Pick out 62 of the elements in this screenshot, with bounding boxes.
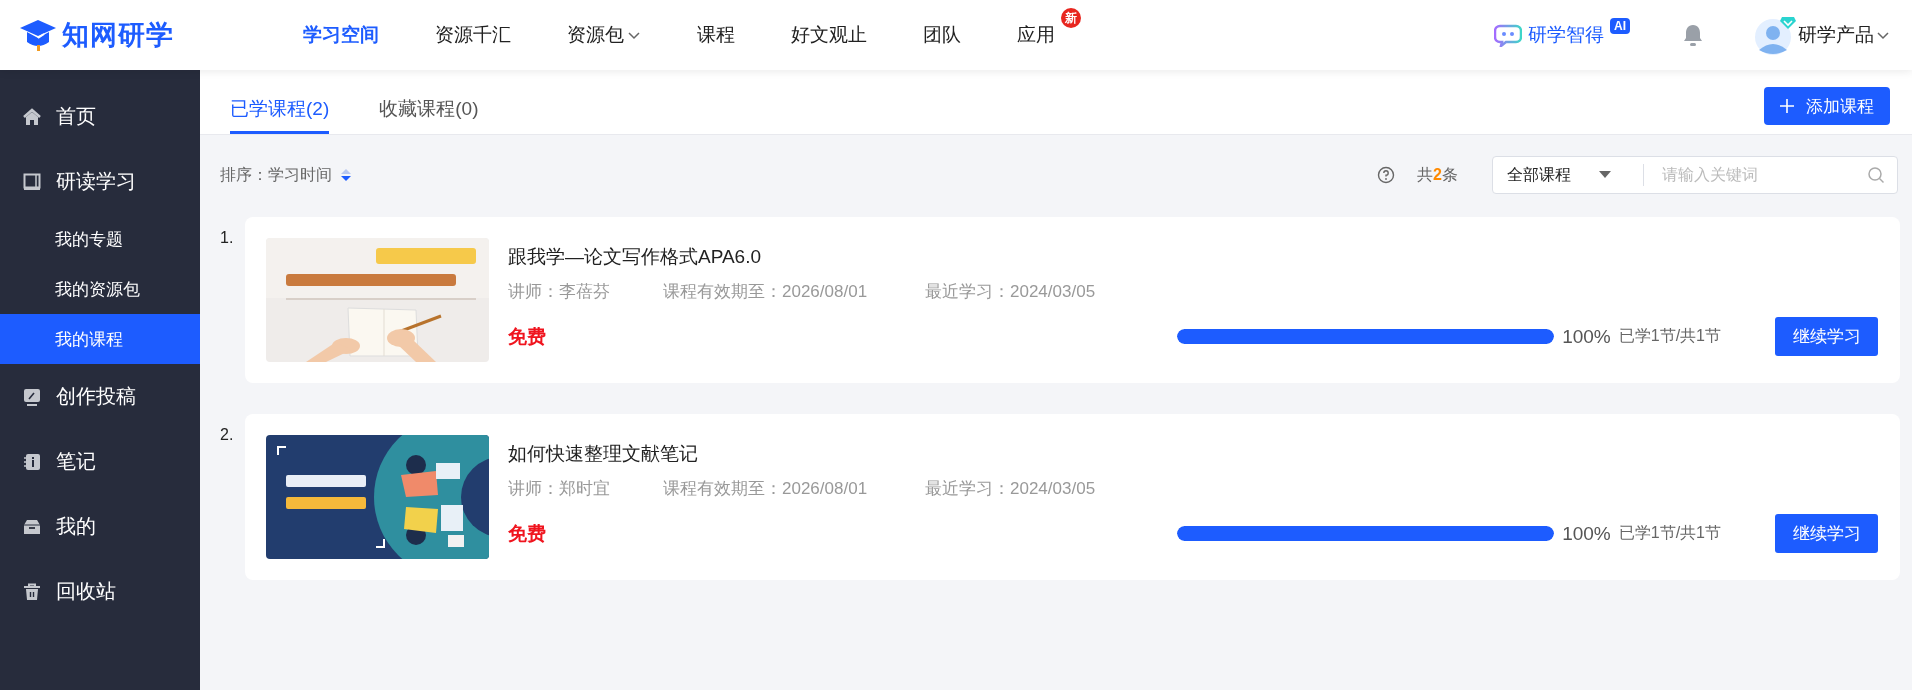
search-icon [1867,166,1885,184]
sidebar-item[interactable]: 创作投稿 [0,364,200,429]
validity-text: 课程有效期至：2026/08/01 [663,281,869,303]
plus-icon [1780,99,1794,113]
instructor-text: 讲师：郑时宜 [508,478,611,500]
nav-link[interactable]: 资源千汇 [435,22,511,48]
progress-percent: 100% [1562,325,1611,348]
last-study-text: 最近学习：2024/03/05 [925,478,1096,500]
new-badge: 新 [1061,8,1081,28]
nav-link[interactable]: 课程 [697,22,735,48]
list-number: 1. [220,228,235,248]
search-field[interactable]: 全部课程 请输入关键词 [1492,156,1898,194]
nav-link[interactable]: 团队 [923,22,961,48]
help-icon [1377,166,1396,184]
nav-link[interactable]: 学习空间 [303,22,379,48]
category-dropdown[interactable]: 全部课程 [1507,164,1637,186]
sidebar-subitem[interactable]: 我的课程 [0,314,200,364]
continue-button[interactable]: 继续学习 [1775,514,1878,553]
nav-link[interactable]: 好文观止 [791,22,867,48]
price-label: 免费 [508,521,546,546]
validity-text: 课程有效期至：2026/08/01 [663,478,869,500]
chevron-down-icon [1876,29,1892,41]
caret-down-icon [1599,171,1611,179]
sidebar-item[interactable]: 我的 [0,494,200,559]
home-icon [22,106,42,127]
monitor-pen-icon [22,386,42,407]
sidebar-item[interactable]: 首页 [0,84,200,149]
sidebar-item[interactable]: 回收站 [0,559,200,624]
sort-arrows-icon [340,168,352,182]
logo-text: 知网研学 [62,19,174,52]
result-count: 共2条 [1417,164,1458,185]
chat-bubble-icon [1494,23,1522,47]
assistant-label: 研学智得 [1528,23,1604,47]
sidebar-subitem[interactable]: 我的专题 [0,214,200,264]
price-label: 免费 [508,324,546,349]
ai-badge: AI [1610,18,1630,34]
nav-link[interactable]: 资源包 [567,22,641,48]
course-title[interactable]: 跟我学—论文写作格式APA6.0 [508,244,1878,270]
trash-icon [22,581,42,602]
progress-text: 已学1节/共1节 [1618,523,1721,543]
tab[interactable]: 收藏课程(0) [379,96,479,134]
last-study-text: 最近学习：2024/03/05 [925,281,1096,303]
user-name: 研学产品 [1798,23,1874,47]
tab[interactable]: 已学课程(2) [230,96,330,134]
sidebar-item[interactable]: 笔记 [0,429,200,494]
book-icon [22,171,42,192]
instructor-text: 讲师：李蓓芬 [508,281,611,303]
list-number: 2. [220,425,235,445]
assistant-link[interactable]: 研学智得 AI [1494,18,1630,52]
user-menu[interactable]: 研学产品 [1754,14,1892,56]
progress-text: 已学1节/共1节 [1618,326,1721,346]
progress-percent: 100% [1562,522,1611,545]
notebook-icon [22,451,42,472]
sidebar-item[interactable]: 研读学习 [0,149,200,214]
sidebar-subitem[interactable]: 我的资源包 [0,264,200,314]
avatar-icon [1754,14,1796,56]
course-title[interactable]: 如何快速整理文献笔记 [508,441,1878,467]
bell-icon [1682,23,1704,47]
graduation-cap-icon [18,18,58,52]
continue-button[interactable]: 继续学习 [1775,317,1878,356]
sort-control[interactable]: 排序：学习时间 [220,164,352,186]
add-course-button[interactable]: 添加课程 [1764,87,1890,125]
